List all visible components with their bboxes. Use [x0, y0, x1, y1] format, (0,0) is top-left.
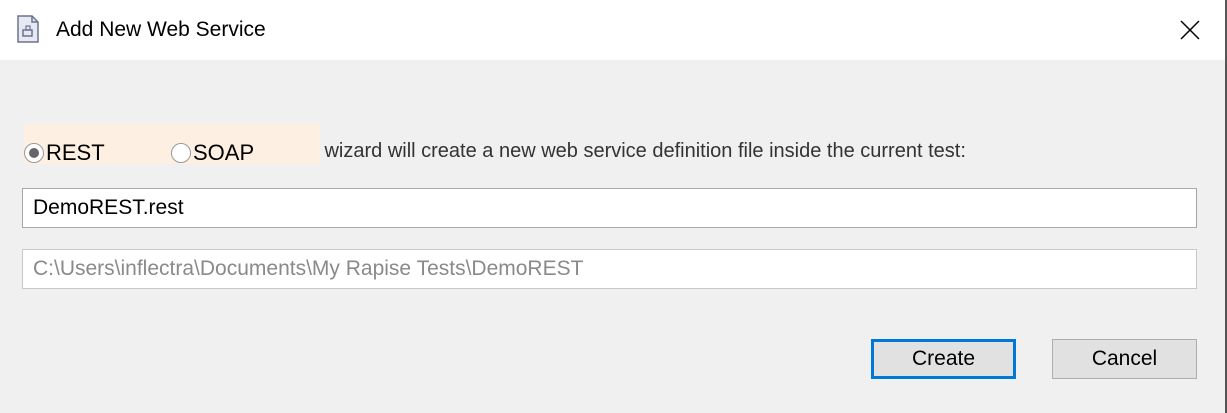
radio-circle[interactable] [171, 143, 191, 163]
radio-soap[interactable]: SOAP [171, 140, 254, 166]
window-title: Add New Web Service [56, 18, 266, 41]
radio-label: REST [46, 140, 105, 165]
radio-label: SOAP [193, 140, 255, 165]
document-icon [17, 15, 39, 43]
create-button[interactable]: Create [871, 339, 1016, 379]
service-name-input[interactable] [22, 188, 1197, 228]
service-path-input [22, 249, 1197, 289]
title-bar: Add New Web Service [0, 0, 1227, 60]
radio-circle[interactable] [24, 143, 44, 163]
cancel-button[interactable]: Cancel [1052, 339, 1197, 379]
close-button[interactable] [1168, 8, 1212, 52]
close-icon [1180, 20, 1200, 40]
radio-rest[interactable]: REST [24, 140, 105, 166]
